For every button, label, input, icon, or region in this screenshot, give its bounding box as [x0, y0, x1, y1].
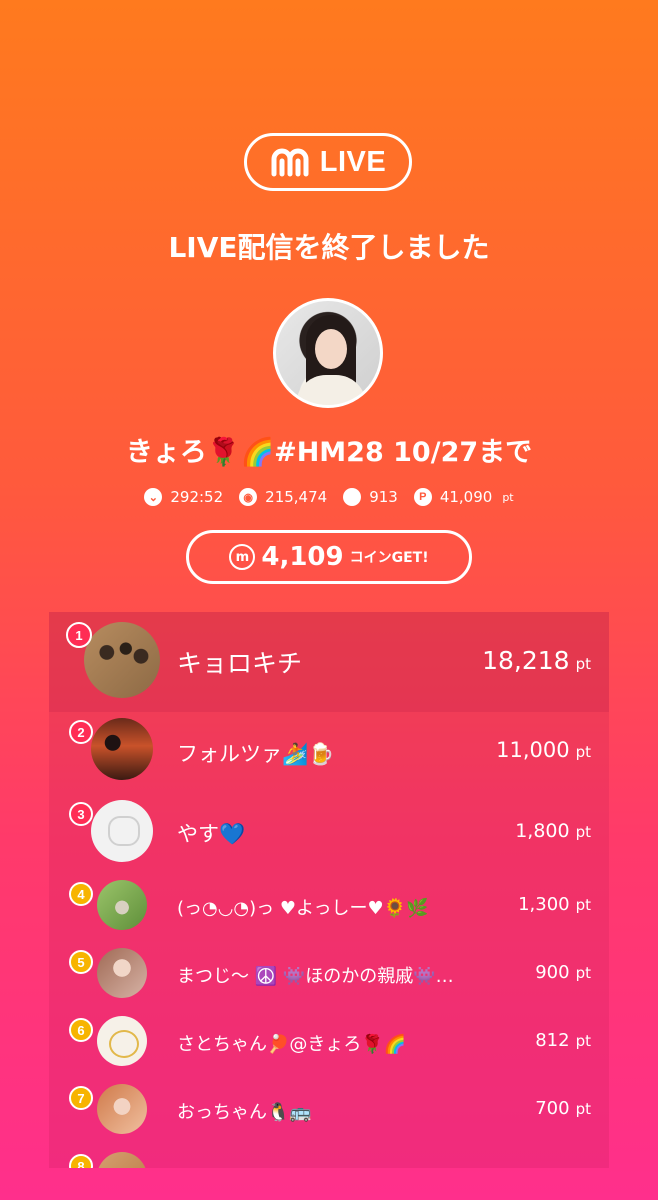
avatar[interactable] [84, 622, 160, 698]
list-item-name: フォルツァ🏄🍺 [177, 742, 335, 766]
logo-text: LIVE [319, 145, 387, 178]
stat-points: P 41,090 pt [413, 488, 514, 506]
points-value: 41,090 [439, 488, 493, 506]
stats-bar: ⌄ 292:52 ◉ 215,474 913 P 41,090 pt [0, 488, 658, 506]
avatar[interactable] [97, 1084, 147, 1134]
list-item-name: おっちゃん🐧🚌 [177, 1102, 312, 1123]
avatar[interactable] [97, 880, 147, 930]
page-title: LIVE配信を終了しました [168, 231, 490, 264]
coin-suffix: コインGET! [349, 550, 429, 566]
clock-icon: ⌄ [144, 488, 163, 506]
list-item-points: 1,300 pt [518, 894, 591, 915]
comments-value: 913 [369, 488, 398, 506]
list-item-points: 18,218 pt [482, 646, 591, 675]
ranking-row[interactable]: 4 (っ◔◡◔)っ ♥よっしー♥🌻🌿 1,300 pt [49, 874, 609, 940]
list-item-points: 700 pt [535, 1098, 591, 1119]
avatar[interactable] [91, 800, 153, 862]
ranking-row[interactable]: 8 [49, 1146, 609, 1168]
list-item-name: まつじ〜 ☮️ 👾ほのかの親戚👾… [177, 966, 454, 987]
stat-duration: ⌄ 292:52 [144, 488, 223, 506]
avatar[interactable] [97, 1016, 147, 1066]
list-item-points: 812 pt [535, 1030, 591, 1051]
list-item-points: 900 pt [535, 962, 591, 983]
list-item-name: キョロキチ [177, 649, 303, 678]
viewers-icon: ◉ [239, 488, 258, 506]
duration-value: 292:52 [170, 488, 224, 506]
rank-badge: 7 [69, 1086, 93, 1110]
streamer-avatar[interactable] [273, 298, 383, 408]
coin-get-badge: m 4,109 コインGET! [186, 530, 472, 584]
avatar[interactable] [97, 948, 147, 998]
ranking-list[interactable]: 1 キョロキチ 18,218 pt 2 フォルツァ🏄🍺 11,000 pt 3 やす… [49, 612, 609, 1168]
list-item-points [585, 1166, 591, 1168]
comment-icon [343, 488, 362, 506]
rank-badge: 2 [69, 720, 93, 744]
m-logo-icon [271, 148, 309, 177]
list-item-points: 1,800 pt [515, 820, 591, 842]
coin-icon: m [229, 544, 256, 570]
list-item-name: さとちゃん🏓@きょろ🌹🌈 [177, 1034, 407, 1055]
list-item-name: やす💙 [177, 822, 246, 846]
stat-comments: 913 [343, 488, 398, 506]
avatar[interactable] [91, 718, 153, 780]
rank-badge: 3 [69, 802, 93, 826]
rank-badge: 8 [69, 1154, 93, 1168]
streamer-name: きょろ🌹🌈#HM28 10/27まで [125, 437, 533, 468]
rank-badge: 4 [69, 882, 93, 906]
live-logo: LIVE [244, 133, 412, 191]
ranking-row[interactable]: 1 キョロキチ 18,218 pt [49, 612, 609, 712]
list-item-points: 11,000 pt [496, 738, 591, 762]
ranking-row[interactable]: 5 まつじ〜 ☮️ 👾ほのかの親戚👾… 900 pt [49, 942, 609, 1008]
rank-badge: 6 [69, 1018, 93, 1042]
ranking-row[interactable]: 2 フォルツァ🏄🍺 11,000 pt [49, 712, 609, 792]
points-unit: pt [502, 490, 514, 504]
avatar[interactable] [97, 1152, 147, 1168]
rank-badge: 5 [69, 950, 93, 974]
stat-viewers: ◉ 215,474 [239, 488, 327, 506]
ranking-row[interactable]: 7 おっちゃん🐧🚌 700 pt [49, 1078, 609, 1144]
ranking-row[interactable]: 6 さとちゃん🏓@きょろ🌹🌈 812 pt [49, 1010, 609, 1076]
points-icon: P [413, 488, 432, 506]
rank-badge: 1 [66, 622, 92, 648]
coin-amount: 4,109 [261, 542, 344, 572]
list-item-name: (っ◔◡◔)っ ♥よっしー♥🌻🌿 [177, 898, 429, 919]
ranking-row[interactable]: 3 やす💙 1,800 pt [49, 794, 609, 870]
viewers-value: 215,474 [265, 488, 328, 506]
